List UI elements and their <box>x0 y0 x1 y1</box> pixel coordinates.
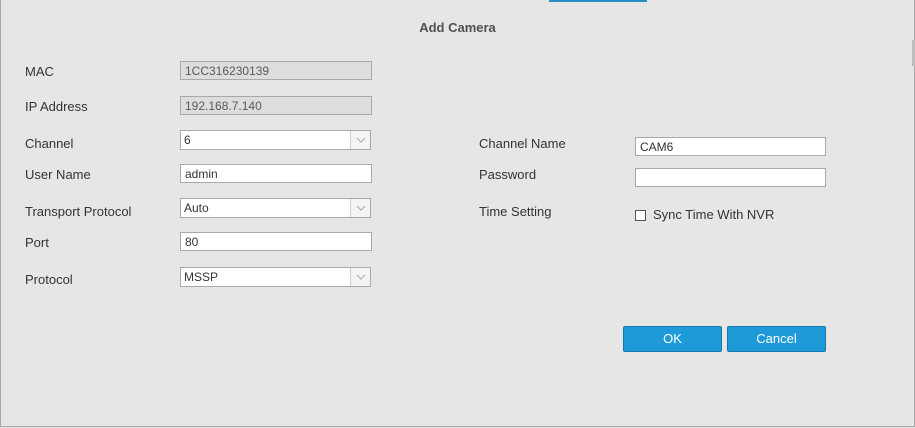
password-label: Password <box>479 167 537 182</box>
top-accent-bar <box>549 0 647 2</box>
time-setting-label: Time Setting <box>479 204 552 219</box>
port-label: Port <box>25 235 49 250</box>
channel-label: Channel <box>25 136 74 151</box>
ip-address-field <box>180 96 372 115</box>
chevron-down-icon[interactable] <box>350 199 370 217</box>
ok-button[interactable]: OK <box>623 326 722 352</box>
protocol-select[interactable]: MSSP <box>180 267 371 287</box>
transport-protocol-select[interactable]: Auto <box>180 198 371 218</box>
protocol-value: MSSP <box>184 270 219 284</box>
user-name-field[interactable] <box>180 164 372 183</box>
transport-protocol-value: Auto <box>184 201 209 215</box>
protocol-label: Protocol <box>25 272 73 287</box>
chevron-down-icon[interactable] <box>350 268 370 286</box>
sync-time-checkbox[interactable] <box>635 210 646 221</box>
add-camera-dialog: Add Camera MAC IP Address Channel 6 User… <box>0 0 915 427</box>
chevron-down-icon[interactable] <box>350 131 370 149</box>
sync-time-label[interactable]: Sync Time With NVR <box>653 207 774 222</box>
mac-label: MAC <box>25 64 54 79</box>
channel-name-field[interactable] <box>635 137 826 156</box>
port-field[interactable] <box>180 232 372 251</box>
password-field[interactable] <box>635 168 826 187</box>
transport-protocol-label: Transport Protocol <box>25 204 132 219</box>
mac-field <box>180 61 372 80</box>
channel-select[interactable]: 6 <box>180 130 371 150</box>
ip-address-label: IP Address <box>25 99 88 114</box>
user-name-label: User Name <box>25 167 91 182</box>
channel-name-label: Channel Name <box>479 136 566 151</box>
channel-value: 6 <box>184 133 191 147</box>
dialog-title: Add Camera <box>419 20 496 35</box>
cancel-button[interactable]: Cancel <box>727 326 826 352</box>
